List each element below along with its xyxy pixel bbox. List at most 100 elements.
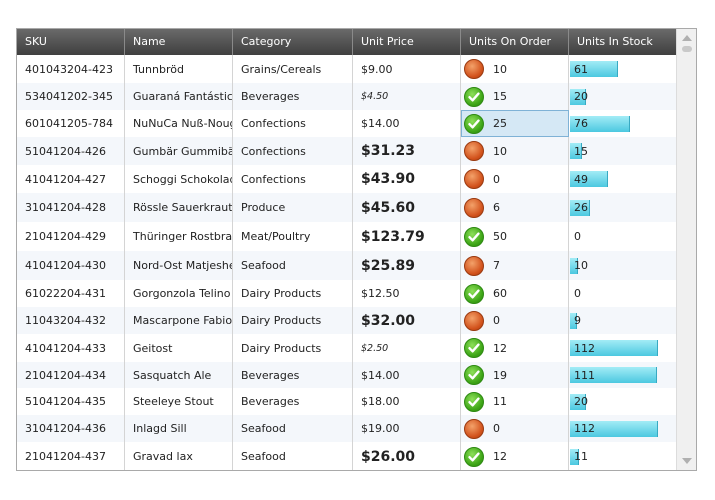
units-in-stock-cell[interactable]: 15 [569, 137, 676, 165]
table-row[interactable]: 51041204-435 Steeleye Stout Beverages $18.0… [17, 388, 676, 415]
table-row[interactable]: 31041204-436 Inlagd Sill Seafood $19.00 0 112 [17, 415, 676, 442]
name-cell[interactable]: Mascarpone Fabioli [125, 307, 233, 334]
sku-cell[interactable]: 51041204-426 [17, 137, 125, 165]
table-row[interactable]: 601041205-784NuNuCa Nuß-Nougat-CremeConf… [17, 110, 676, 137]
name-cell[interactable]: Steeleye Stout [125, 388, 233, 415]
scroll-down-icon[interactable] [682, 458, 692, 464]
scroll-up-icon[interactable] [682, 35, 692, 41]
units-in-stock-cell[interactable]: 0 [569, 222, 676, 251]
column-header-unit-price[interactable]: Unit Price [353, 29, 461, 55]
unit-price-cell[interactable]: $14.00 [353, 110, 461, 137]
name-cell[interactable]: Nord-Ost Matjeshering [125, 251, 233, 280]
sku-cell[interactable]: 11043204-432 [17, 307, 125, 334]
table-row[interactable]: 21041204-434 Sasquatch Ale Beverages $14.00… [17, 362, 676, 388]
units-on-order-cell[interactable]: 0 [461, 415, 569, 442]
category-cell[interactable]: Dairy Products [233, 280, 353, 307]
scroll-thumb[interactable] [682, 46, 692, 52]
units-in-stock-cell[interactable]: 26 [569, 193, 676, 222]
unit-price-cell[interactable]: $31.23 [353, 137, 461, 165]
category-cell[interactable]: Seafood [233, 415, 353, 442]
name-cell[interactable]: Sasquatch Ale [125, 362, 233, 388]
sku-cell[interactable]: 31041204-428 [17, 193, 125, 222]
category-cell[interactable]: Grains/Cereals [233, 55, 353, 83]
unit-price-cell[interactable]: $26.00 [353, 442, 461, 470]
sku-cell[interactable]: 41041204-427 [17, 165, 125, 193]
unit-price-cell[interactable]: $14.00 [353, 362, 461, 388]
category-cell[interactable]: Dairy Products [233, 307, 353, 334]
table-row[interactable]: 11043204-432 Mascarpone Fabioli Dairy Prod… [17, 307, 676, 334]
units-on-order-cell[interactable]: 10 [461, 137, 569, 165]
units-in-stock-cell[interactable]: 112 [569, 334, 676, 362]
category-cell[interactable]: Confections [233, 110, 353, 137]
table-row[interactable]: 61022204-431 Gorgonzola Telino Dairy Produ… [17, 280, 676, 307]
unit-price-cell[interactable]: $9.00 [353, 55, 461, 83]
table-row[interactable]: 31041204-428 Rössle Sauerkraut Produce $45.… [17, 193, 676, 222]
name-cell[interactable]: Rössle Sauerkraut [125, 193, 233, 222]
units-in-stock-cell[interactable]: 10 [569, 251, 676, 280]
name-cell[interactable]: Guaraná Fantástica [125, 83, 233, 110]
category-cell[interactable]: Meat/Poultry [233, 222, 353, 251]
category-cell[interactable]: Beverages [233, 388, 353, 415]
name-cell[interactable]: Gravad lax [125, 442, 233, 470]
units-on-order-cell[interactable]: 50 [461, 222, 569, 251]
category-cell[interactable]: Confections [233, 165, 353, 193]
name-cell[interactable]: Thüringer Rostbratwurst [125, 222, 233, 251]
category-cell[interactable]: Seafood [233, 442, 353, 470]
sku-cell[interactable]: 31041204-436 [17, 415, 125, 442]
column-header-units-in-stock[interactable]: Units In Stock [569, 29, 676, 55]
column-header-sku[interactable]: SKU [17, 29, 125, 55]
sku-cell[interactable]: 41041204-433 [17, 334, 125, 362]
units-in-stock-cell[interactable]: 111 [569, 362, 676, 388]
units-on-order-cell[interactable]: 0 [461, 307, 569, 334]
table-row[interactable]: 21041204-429Thüringer RostbratwurstMeat/… [17, 222, 676, 251]
name-cell[interactable]: Geitost [125, 334, 233, 362]
unit-price-cell[interactable]: $2.50 [353, 334, 461, 362]
table-row[interactable]: 21041204-437 Gravad lax Seafood $26.00 12 11 [17, 442, 676, 470]
units-on-order-cell[interactable]: 7 [461, 251, 569, 280]
name-cell[interactable]: Inlagd Sill [125, 415, 233, 442]
units-in-stock-cell[interactable]: 20 [569, 83, 676, 110]
name-cell[interactable]: NuNuCa Nuß-Nougat-Creme [125, 110, 233, 137]
column-header-units-on-order[interactable]: Units On Order [461, 29, 569, 55]
units-on-order-cell[interactable]: 19 [461, 362, 569, 388]
units-on-order-cell[interactable]: 10 [461, 55, 569, 83]
unit-price-cell[interactable]: $45.60 [353, 193, 461, 222]
category-cell[interactable]: Dairy Products [233, 334, 353, 362]
category-cell[interactable]: Confections [233, 137, 353, 165]
unit-price-cell[interactable]: $19.00 [353, 415, 461, 442]
unit-price-cell[interactable]: $25.89 [353, 251, 461, 280]
vertical-scrollbar[interactable] [676, 29, 696, 470]
table-row[interactable]: 401043204-423 Tunnbröd Grains/Cereals $9.00… [17, 55, 676, 83]
sku-cell[interactable]: 601041205-784 [17, 110, 125, 137]
category-cell[interactable]: Produce [233, 193, 353, 222]
units-in-stock-cell[interactable]: 112 [569, 415, 676, 442]
table-row[interactable]: 41041204-430Nord-Ost MatjesheringSeafood… [17, 251, 676, 280]
sku-cell[interactable]: 534041202-345 [17, 83, 125, 110]
units-on-order-cell[interactable]: 60 [461, 280, 569, 307]
sku-cell[interactable]: 41041204-430 [17, 251, 125, 280]
unit-price-cell[interactable]: $32.00 [353, 307, 461, 334]
units-on-order-cell[interactable]: 11 [461, 388, 569, 415]
units-in-stock-cell[interactable]: 20 [569, 388, 676, 415]
units-on-order-cell[interactable]: 25 [461, 110, 569, 137]
category-cell[interactable]: Beverages [233, 362, 353, 388]
category-cell[interactable]: Seafood [233, 251, 353, 280]
name-cell[interactable]: Schoggi Schokolade [125, 165, 233, 193]
units-in-stock-cell[interactable]: 49 [569, 165, 676, 193]
units-in-stock-cell[interactable]: 9 [569, 307, 676, 334]
sku-cell[interactable]: 51041204-435 [17, 388, 125, 415]
sku-cell[interactable]: 21041204-437 [17, 442, 125, 470]
unit-price-cell[interactable]: $4.50 [353, 83, 461, 110]
column-header-name[interactable]: Name [125, 29, 233, 55]
unit-price-cell[interactable]: $12.50 [353, 280, 461, 307]
unit-price-cell[interactable]: $43.90 [353, 165, 461, 193]
unit-price-cell[interactable]: $18.00 [353, 388, 461, 415]
table-row[interactable]: 41041204-427 Schoggi Schokolade Confection… [17, 165, 676, 193]
units-on-order-cell[interactable]: 15 [461, 83, 569, 110]
units-in-stock-cell[interactable]: 11 [569, 442, 676, 470]
products-data-grid[interactable]: SKU Name Category Unit Price Units On Or… [16, 28, 697, 471]
column-header-category[interactable]: Category [233, 29, 353, 55]
sku-cell[interactable]: 21041204-434 [17, 362, 125, 388]
sku-cell[interactable]: 61022204-431 [17, 280, 125, 307]
category-cell[interactable]: Beverages [233, 83, 353, 110]
